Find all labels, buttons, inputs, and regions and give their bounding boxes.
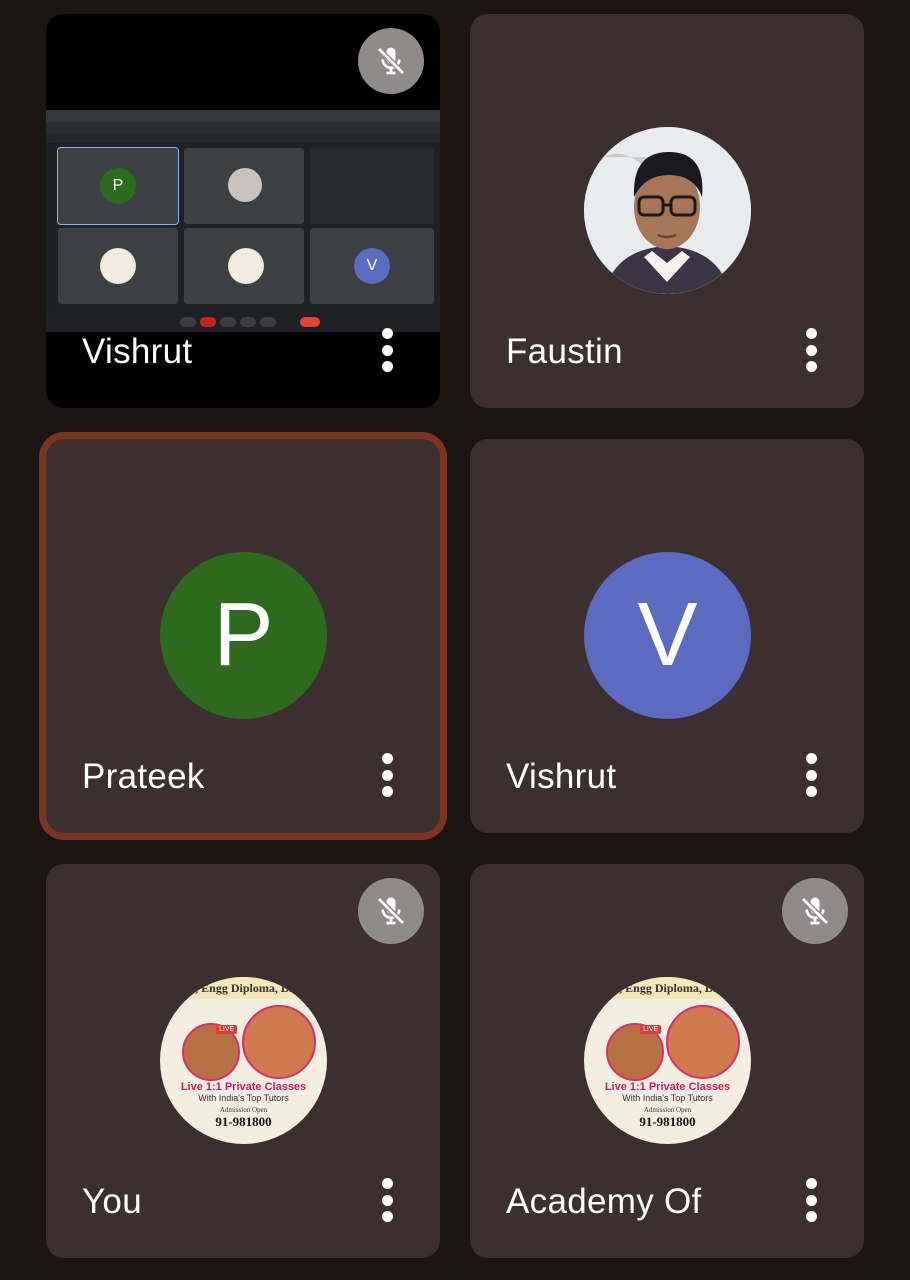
more-options-button[interactable] [380, 328, 394, 372]
logo-photo-tutor [666, 1005, 740, 1079]
avatar-initial: V [584, 552, 751, 719]
participant-tile-prateek[interactable]: P Prateek [46, 439, 440, 833]
participant-tile-vishrut-screenshare[interactable]: P V Vishrut [46, 14, 440, 408]
shared-address-bar [46, 122, 440, 134]
logo-headline: Live 1:1 Private Classes [604, 1081, 731, 1093]
shared-cell [58, 228, 178, 304]
shared-avatar-logo [100, 248, 136, 284]
logo-top-text: , Engg Diploma, B. [160, 977, 327, 999]
more-options-button[interactable] [804, 1178, 818, 1222]
shared-control [200, 317, 216, 327]
participant-tile-vishrut[interactable]: V Vishrut [470, 439, 864, 833]
logo-photo-tutor [242, 1005, 316, 1079]
more-options-button[interactable] [804, 328, 818, 372]
avatar-logo: , Engg Diploma, B. LIVE Live 1:1 Private… [584, 977, 751, 1144]
shared-end-call [300, 317, 320, 327]
avatar-initial: P [160, 552, 327, 719]
participant-tile-academy-of[interactable]: , Engg Diploma, B. LIVE Live 1:1 Private… [470, 864, 864, 1258]
logo-photos: LIVE [584, 999, 751, 1081]
shared-avatar-p: P [100, 168, 136, 204]
logo-badge: LIVE [216, 1025, 238, 1034]
logo-admission: Admission Open [219, 1106, 268, 1114]
shared-cell [310, 148, 434, 224]
avatar-photo [584, 127, 751, 294]
shared-browser-tabs [46, 110, 440, 122]
participant-name: Prateek [82, 757, 205, 796]
participant-name: Faustin [506, 332, 623, 371]
shared-control [240, 317, 256, 327]
logo-phone: 91-981800 [215, 1114, 272, 1129]
shared-avatar-photo [228, 168, 262, 202]
shared-avatar-initial: V [366, 257, 378, 274]
logo-badge: LIVE [640, 1025, 662, 1034]
more-options-button[interactable] [380, 753, 394, 797]
avatar-initial-letter: V [637, 585, 698, 685]
shared-cell: V [310, 228, 434, 304]
more-options-button[interactable] [804, 753, 818, 797]
shared-avatar-initial: P [112, 177, 124, 194]
participant-name: Vishrut [82, 332, 193, 371]
shared-meet-grid: P V [57, 147, 438, 312]
logo-headline: Live 1:1 Private Classes [180, 1081, 307, 1093]
shared-avatar-logo [228, 248, 264, 284]
logo-subline: With India's Top Tutors [198, 1093, 289, 1103]
logo-top-text: , Engg Diploma, B. [584, 977, 751, 999]
participant-name: You [82, 1182, 142, 1221]
shared-avatar-v: V [354, 248, 390, 284]
shared-control [260, 317, 276, 327]
logo-subline: With India's Top Tutors [622, 1093, 713, 1103]
logo-admission: Admission Open [643, 1106, 692, 1114]
shared-sidebar [46, 143, 56, 314]
shared-control [220, 317, 236, 327]
shared-cell [184, 228, 304, 304]
shared-cell [184, 148, 304, 224]
participant-name: Academy Of [506, 1182, 702, 1221]
avatar-initial-letter: P [213, 585, 274, 685]
avatar-logo: , Engg Diploma, B. LIVE Live 1:1 Private… [160, 977, 327, 1144]
more-options-button[interactable] [380, 1178, 394, 1222]
participant-tile-faustin[interactable]: Faustin [470, 14, 864, 408]
logo-photos: LIVE [160, 999, 327, 1081]
mic-off-icon [358, 878, 424, 944]
logo-phone: 91-981800 [639, 1114, 696, 1129]
mic-off-icon [782, 878, 848, 944]
participant-name: Vishrut [506, 757, 617, 796]
screen-share-video: P V [46, 110, 440, 332]
shared-bookmarks-bar [46, 134, 440, 143]
mic-off-icon [358, 28, 424, 94]
shared-cell: P [57, 147, 179, 225]
participant-tile-you[interactable]: , Engg Diploma, B. LIVE Live 1:1 Private… [46, 864, 440, 1258]
shared-control [180, 317, 196, 327]
